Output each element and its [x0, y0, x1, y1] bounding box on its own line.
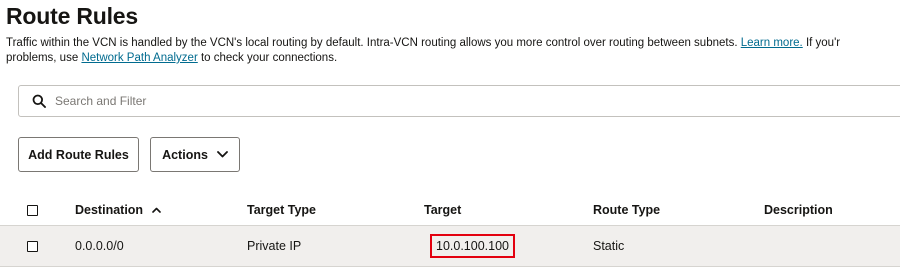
row-select-cell	[27, 226, 38, 266]
page-title: Route Rules	[6, 3, 138, 29]
cell-destination: 0.0.0.0/0	[75, 239, 124, 253]
column-header-description[interactable]: Description	[764, 195, 833, 225]
description-text-1: Traffic within the VCN is handled by the…	[6, 37, 741, 49]
highlighted-target-value: 10.0.100.100	[430, 234, 515, 258]
table-header: Destination Target Type Target Route Typ…	[0, 195, 900, 226]
actions-button[interactable]: Actions	[150, 137, 240, 172]
table-row[interactable]: 0.0.0.0/0 Private IP 10.0.100.100 Static	[0, 226, 900, 267]
sort-ascending-icon	[152, 207, 161, 213]
column-header-destination[interactable]: Destination	[75, 195, 161, 225]
column-header-route-type[interactable]: Route Type	[593, 195, 660, 225]
description-text-3: problems, use	[6, 52, 82, 64]
search-icon	[32, 94, 46, 108]
description-text-2: If you'r	[802, 37, 841, 49]
destination-header-label: Destination	[75, 203, 144, 217]
column-header-target-type[interactable]: Target Type	[247, 195, 316, 225]
description-line-1: Traffic within the VCN is handled by the…	[6, 36, 900, 51]
column-header-target[interactable]: Target	[424, 195, 461, 225]
cell-target-type: Private IP	[247, 239, 302, 253]
search-placeholder: Search and Filter	[55, 94, 147, 108]
actions-label: Actions	[162, 147, 208, 162]
description-line-2: problems, use Network Path Analyzer to c…	[6, 51, 900, 66]
add-route-rules-button[interactable]: Add Route Rules	[18, 137, 139, 172]
select-all-checkbox[interactable]	[27, 204, 38, 216]
row-checkbox[interactable]	[27, 240, 38, 252]
network-path-analyzer-link[interactable]: Network Path Analyzer	[81, 52, 197, 64]
search-input[interactable]: Search and Filter	[18, 85, 900, 117]
description-text-4: to check your connections.	[197, 52, 338, 64]
learn-more-link[interactable]: Learn more.	[741, 37, 803, 49]
cell-route-type: Static	[593, 239, 625, 253]
select-all-cell	[27, 195, 38, 225]
page-description: Traffic within the VCN is handled by the…	[6, 36, 900, 66]
cell-target: 10.0.100.100	[424, 226, 515, 266]
chevron-down-icon	[217, 151, 228, 158]
